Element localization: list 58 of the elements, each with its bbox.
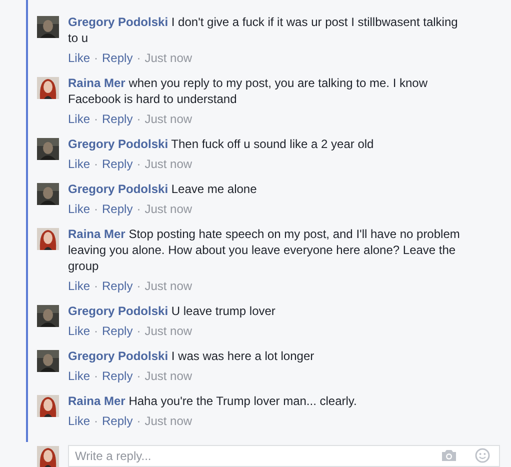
separator-dot: · bbox=[94, 368, 98, 384]
author-link[interactable]: Raina Mer bbox=[68, 227, 126, 241]
timestamp: Just now bbox=[144, 201, 192, 217]
separator-dot: · bbox=[94, 111, 98, 127]
like-link[interactable]: Like bbox=[68, 201, 90, 217]
reply-link[interactable]: Reply bbox=[102, 201, 133, 217]
separator-dot: · bbox=[94, 201, 98, 217]
separator-dot: · bbox=[136, 368, 141, 384]
reply-link[interactable]: Reply bbox=[102, 111, 133, 127]
timestamp: Just now bbox=[144, 111, 192, 127]
timestamp: Just now bbox=[144, 368, 192, 384]
reply-link[interactable]: Reply bbox=[102, 323, 133, 339]
emoji-icon[interactable] bbox=[475, 448, 490, 462]
comment-text: Gregory Podolski Leave me alone bbox=[68, 181, 257, 197]
separator-dot: · bbox=[136, 156, 141, 172]
separator-dot: · bbox=[136, 111, 141, 127]
comment-text: Raina Mer when you reply to my post, you are talking to me. I know Facebook is hard to understand bbox=[68, 75, 429, 107]
comment-text: Gregory Podolski I was was here a lot longer bbox=[68, 348, 314, 364]
like-link[interactable]: Like bbox=[68, 156, 90, 172]
comment-text: Gregory Podolski Then fuck off u sound like a 2 year old bbox=[68, 136, 374, 152]
author-link[interactable]: Gregory Podolski bbox=[68, 137, 168, 151]
separator-dot: · bbox=[94, 323, 98, 339]
author-link[interactable]: Raina Mer bbox=[68, 76, 126, 90]
separator-dot: · bbox=[94, 50, 98, 66]
reply-link[interactable]: Reply bbox=[102, 50, 133, 66]
reply-field[interactable]: Write a reply... bbox=[68, 445, 500, 467]
comment-text: Raina Mer Haha you're the Trump lover man... clearly. bbox=[68, 393, 357, 409]
author-link[interactable]: Gregory Podolski bbox=[68, 349, 168, 363]
timestamp: Just now bbox=[144, 323, 192, 339]
separator-dot: · bbox=[94, 413, 98, 429]
like-link[interactable]: Like bbox=[68, 413, 90, 429]
timestamp: Just now bbox=[144, 413, 192, 429]
like-link[interactable]: Like bbox=[68, 323, 90, 339]
author-link[interactable]: Gregory Podolski bbox=[68, 304, 168, 318]
comment-text: Raina Mer Stop posting hate speech on my post, and I'll have no problem leaving you alone. How about you leave everyone here alone? Leave the group bbox=[68, 226, 461, 274]
like-link[interactable]: Like bbox=[68, 111, 90, 127]
separator-dot: · bbox=[136, 201, 141, 217]
reply-link[interactable]: Reply bbox=[102, 368, 133, 384]
comment-text: Gregory Podolski I don't give a fuck if it was ur post I stillbwasent talking to u bbox=[68, 14, 459, 46]
separator-dot: · bbox=[136, 323, 141, 339]
timestamp: Just now bbox=[144, 278, 192, 294]
timestamp: Just now bbox=[144, 50, 192, 66]
like-link[interactable]: Like bbox=[68, 278, 90, 294]
separator-dot: · bbox=[94, 156, 98, 172]
author-link[interactable]: Gregory Podolski bbox=[68, 15, 168, 29]
separator-dot: · bbox=[136, 50, 141, 66]
like-link[interactable]: Like bbox=[68, 50, 90, 66]
author-link[interactable]: Raina Mer bbox=[68, 394, 126, 408]
like-link[interactable]: Like bbox=[68, 368, 90, 384]
reply-link[interactable]: Reply bbox=[102, 156, 133, 172]
separator-dot: · bbox=[136, 278, 141, 294]
separator-dot: · bbox=[94, 278, 98, 294]
timestamp: Just now bbox=[144, 156, 192, 172]
comment-text: Gregory Podolski U leave trump lover bbox=[68, 303, 276, 319]
reply-link[interactable]: Reply bbox=[102, 413, 133, 429]
reply-link[interactable]: Reply bbox=[102, 278, 133, 294]
separator-dot: · bbox=[136, 413, 141, 429]
author-link[interactable]: Gregory Podolski bbox=[68, 182, 168, 196]
